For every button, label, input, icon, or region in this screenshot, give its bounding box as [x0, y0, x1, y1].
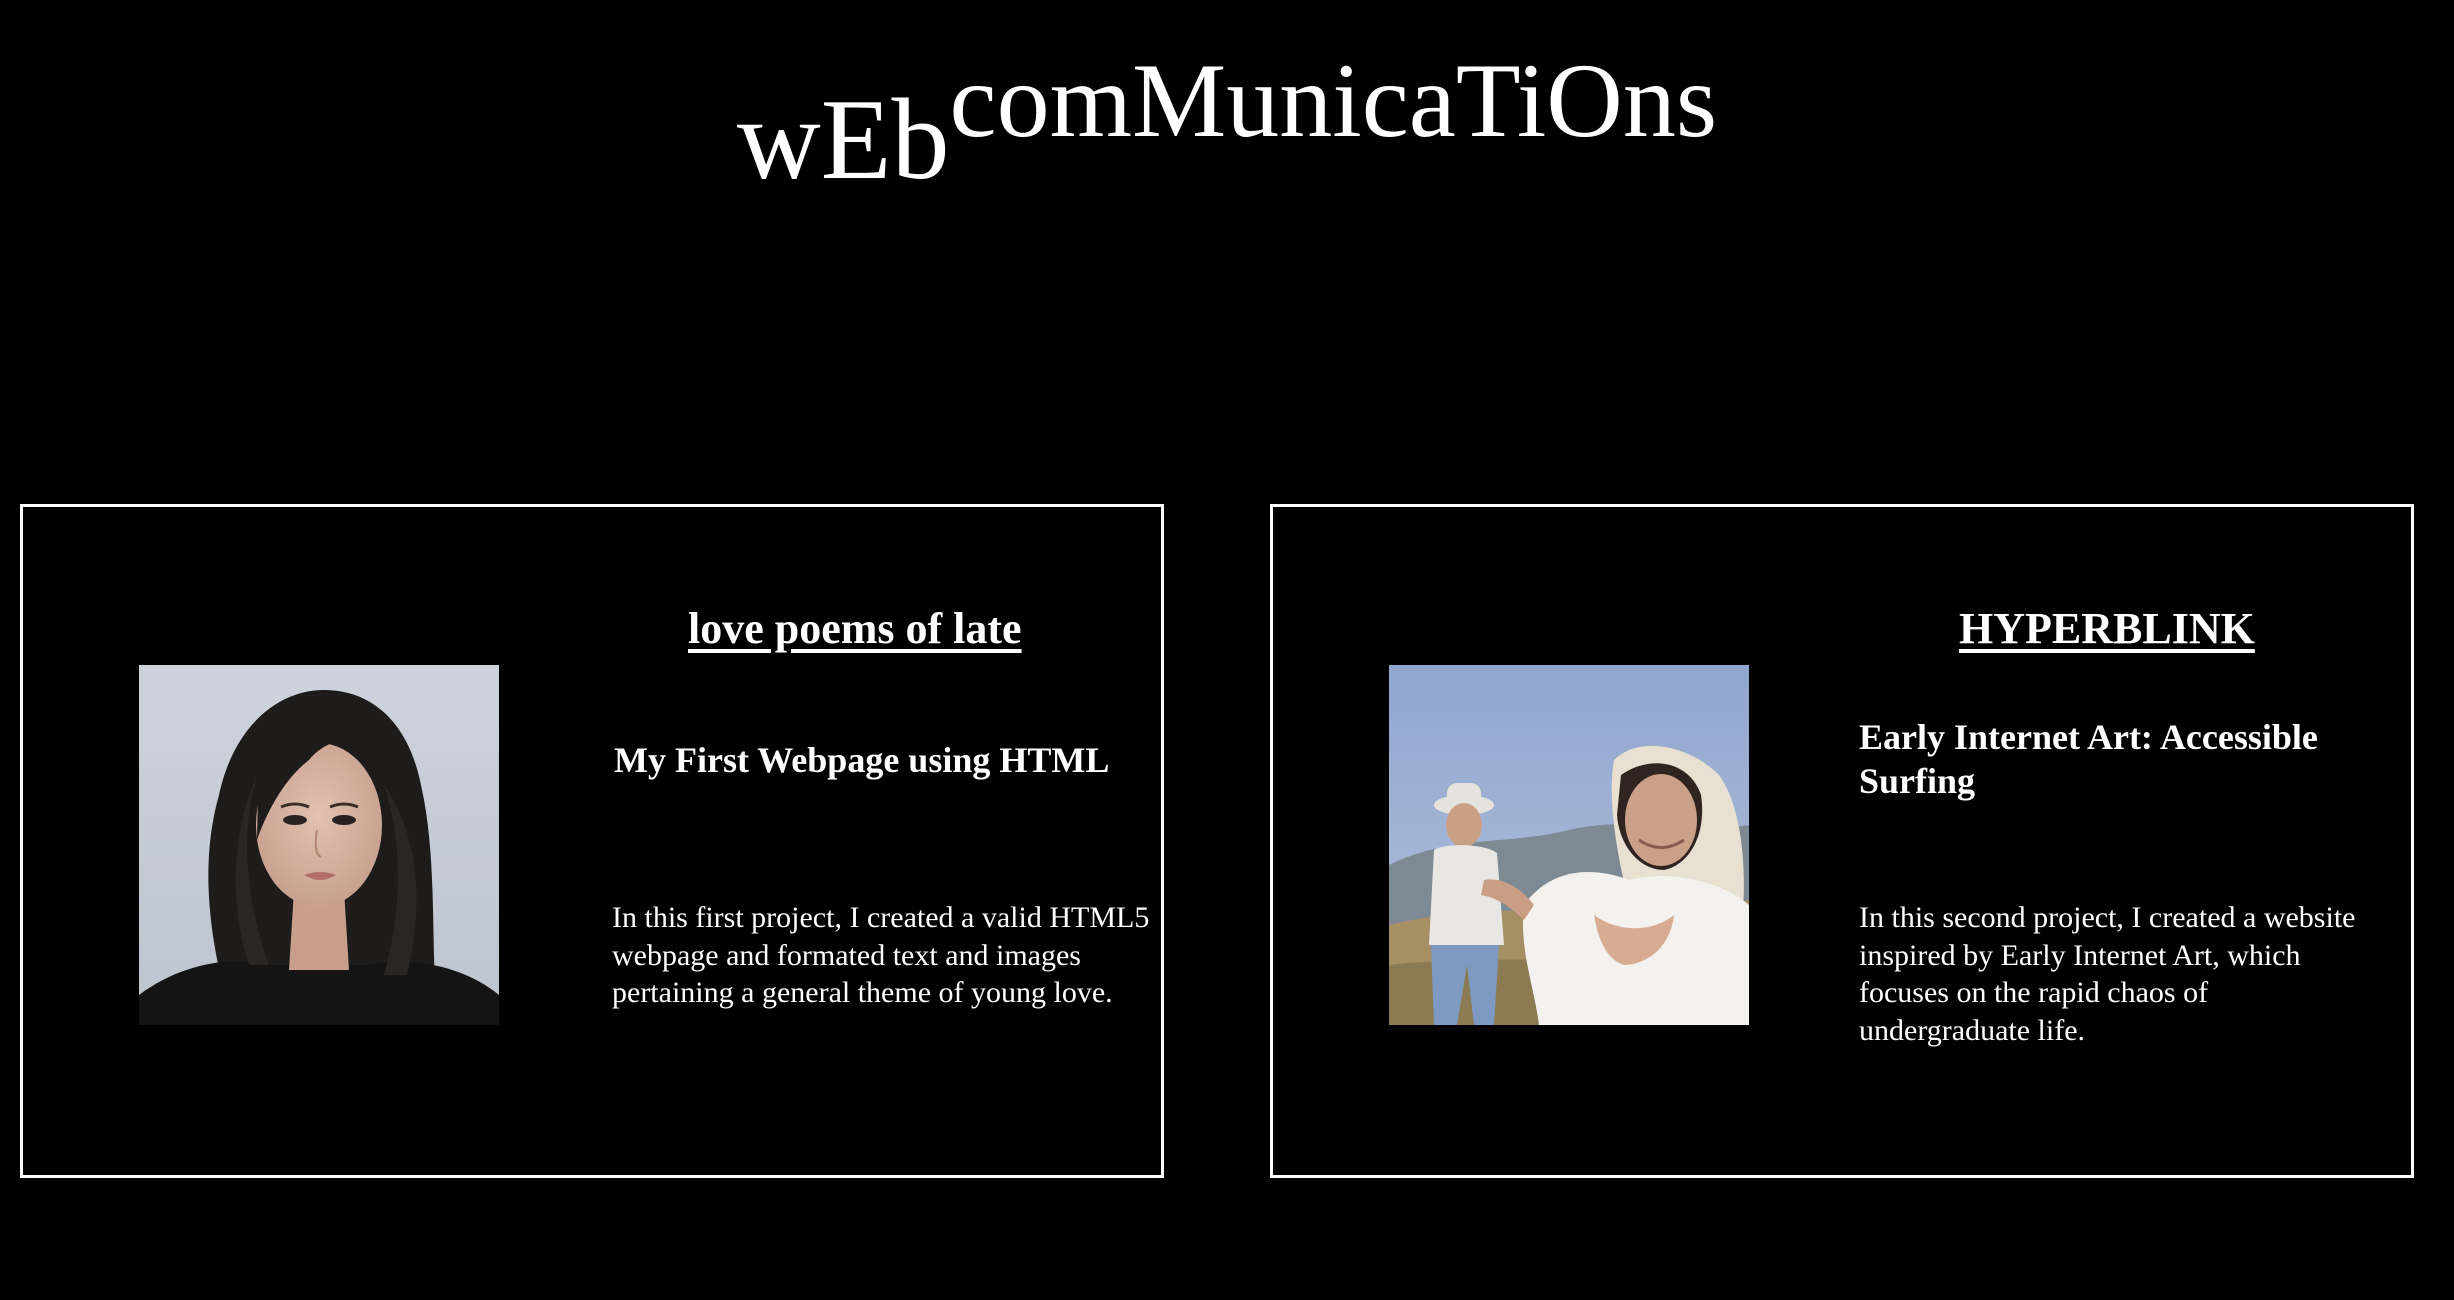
- field-couple-photo: [1389, 665, 1749, 1025]
- portrait-photo: [139, 665, 499, 1025]
- site-title-part-communications: comMunicaTiOns: [949, 42, 1718, 159]
- field-couple-photo-image: [1389, 665, 1749, 1025]
- project-description: In this first project, I created a valid…: [612, 901, 1150, 1009]
- project-subtitle: My First Webpage using HTML: [614, 740, 1110, 780]
- project-subtitle: Early Internet Art: Accessible Surfing: [1859, 717, 2318, 801]
- project-description: In this second project, I created a webs…: [1859, 901, 2356, 1047]
- site-title-part-web: wEb: [736, 76, 950, 204]
- project-card-love-poems: love poems of late My First Webpage usin…: [20, 504, 1164, 1178]
- project-card-hyperblink: HYPERBLINK Early Internet Art: Accessibl…: [1270, 504, 2414, 1178]
- project-link-love-poems[interactable]: love poems of late: [688, 603, 1022, 654]
- page: wEbcomMunicaTiOns love poems of late My …: [0, 0, 2454, 1300]
- portrait-photo-image: [139, 665, 499, 1025]
- site-title: wEbcomMunicaTiOns: [0, 40, 2454, 199]
- project-link-hyperblink[interactable]: HYPERBLINK: [1959, 603, 2255, 654]
